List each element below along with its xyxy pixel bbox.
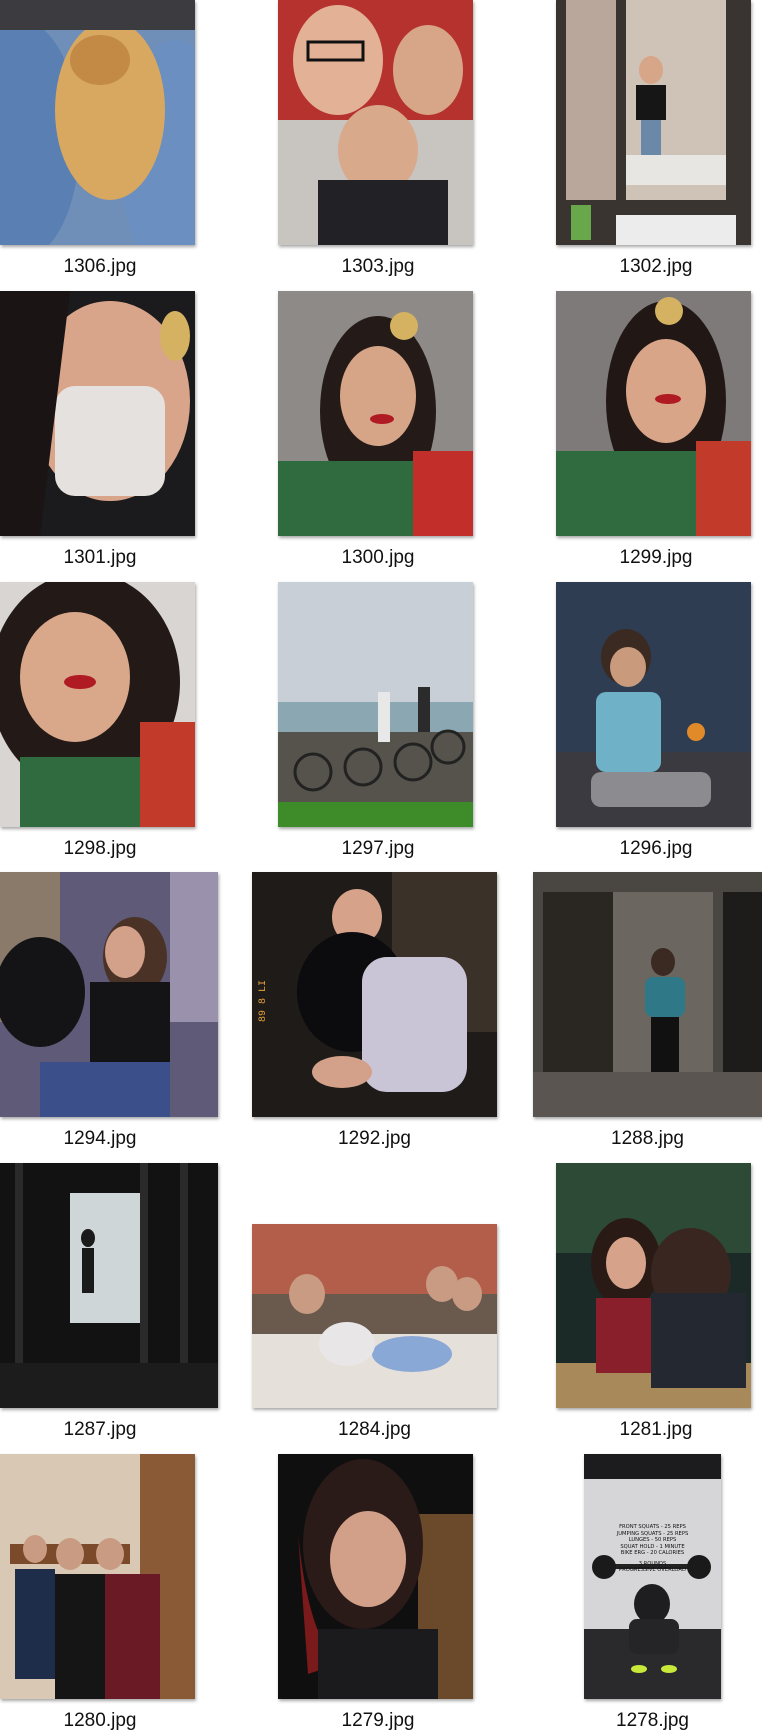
thumbnail-image[interactable]	[556, 0, 751, 245]
thumbnail-image[interactable]	[0, 291, 195, 536]
thumbnail-image[interactable]	[278, 291, 473, 536]
file-tile[interactable]: 1306.jpg	[0, 0, 200, 277]
file-name-label[interactable]: 1287.jpg	[0, 1419, 200, 1441]
file-name-label[interactable]: 1297.jpg	[278, 838, 478, 860]
file-name-label[interactable]: 1303.jpg	[278, 256, 478, 278]
file-name-label[interactable]: 1306.jpg	[0, 256, 200, 278]
thumbnail-grid: 1306.jpg 1303.jpg 1302.jpg 1301.jpg 1300…	[0, 0, 762, 1731]
file-tile[interactable]: 1301.jpg	[0, 291, 200, 568]
file-tile[interactable]: 1300.jpg	[278, 291, 478, 568]
file-tile[interactable]: 1287.jpg	[0, 1163, 220, 1440]
file-tile[interactable]: 1294.jpg	[0, 872, 220, 1149]
file-tile[interactable]: 1302.jpg	[556, 0, 756, 277]
file-name-label[interactable]: 1300.jpg	[278, 547, 478, 569]
file-name-label[interactable]: 1284.jpg	[252, 1419, 497, 1441]
thumbnail-image[interactable]	[278, 1454, 473, 1699]
thumbnail-image[interactable]: FRONT SQUATS - 25 REPS JUMPING SQUATS - …	[584, 1454, 721, 1699]
thumbnail-image[interactable]: 89 8 LI	[252, 872, 497, 1117]
thumbnail-image[interactable]	[278, 0, 473, 245]
file-name-label[interactable]: 1280.jpg	[0, 1710, 200, 1732]
thumbnail-image[interactable]	[252, 1224, 497, 1408]
file-tile[interactable]: 1279.jpg	[278, 1454, 478, 1731]
file-tile[interactable]: 1296.jpg	[556, 582, 756, 859]
file-tile[interactable]: 1281.jpg	[556, 1163, 756, 1440]
file-name-label[interactable]: 1281.jpg	[556, 1419, 756, 1441]
file-name-label[interactable]: 1278.jpg	[584, 1710, 721, 1732]
thumbnail-image[interactable]	[556, 1163, 751, 1408]
file-tile[interactable]: 1288.jpg	[533, 872, 762, 1149]
file-name-label[interactable]: 1294.jpg	[0, 1128, 200, 1150]
thumbnail-image[interactable]	[533, 872, 762, 1117]
file-name-label[interactable]: 1296.jpg	[556, 838, 756, 860]
file-tile[interactable]: 1297.jpg	[278, 582, 478, 859]
file-name-label[interactable]: 1301.jpg	[0, 547, 200, 569]
file-name-label[interactable]: 1288.jpg	[533, 1128, 762, 1150]
file-tile[interactable]: 89 8 LI 1292.jpg	[252, 872, 502, 1149]
thumbnail-image[interactable]	[278, 582, 473, 827]
file-tile[interactable]: 1284.jpg	[252, 1163, 502, 1440]
file-tile[interactable]: 1280.jpg	[0, 1454, 200, 1731]
thumbnail-image[interactable]	[0, 1454, 195, 1699]
file-name-label[interactable]: 1279.jpg	[278, 1710, 478, 1732]
thumbnail-image[interactable]	[556, 291, 751, 536]
file-tile[interactable]: 1299.jpg	[556, 291, 756, 568]
workout-line: PROGRESSIVE OVERLOAD	[619, 1567, 686, 1573]
file-tile[interactable]: 1303.jpg	[278, 0, 478, 277]
file-name-label[interactable]: 1302.jpg	[556, 256, 756, 278]
thumbnail-image[interactable]	[0, 0, 195, 245]
file-name-label[interactable]: 1299.jpg	[556, 547, 756, 569]
file-tile[interactable]: 1298.jpg	[0, 582, 200, 859]
date-stamp-text: 89 8 LI	[258, 979, 269, 1022]
thumbnail-image[interactable]	[0, 872, 218, 1117]
file-tile[interactable]: FRONT SQUATS - 25 REPS JUMPING SQUATS - …	[584, 1454, 724, 1731]
workout-line: BIKE ERG - 20 CALORIES	[620, 1550, 685, 1556]
thumbnail-image[interactable]	[556, 582, 751, 827]
workout-overlay-text: FRONT SQUATS - 25 REPS JUMPING SQUATS - …	[590, 1524, 715, 1574]
thumbnail-image[interactable]	[0, 1163, 218, 1408]
file-name-label[interactable]: 1292.jpg	[252, 1128, 497, 1150]
thumbnail-image[interactable]	[0, 582, 195, 827]
file-name-label[interactable]: 1298.jpg	[0, 838, 200, 860]
